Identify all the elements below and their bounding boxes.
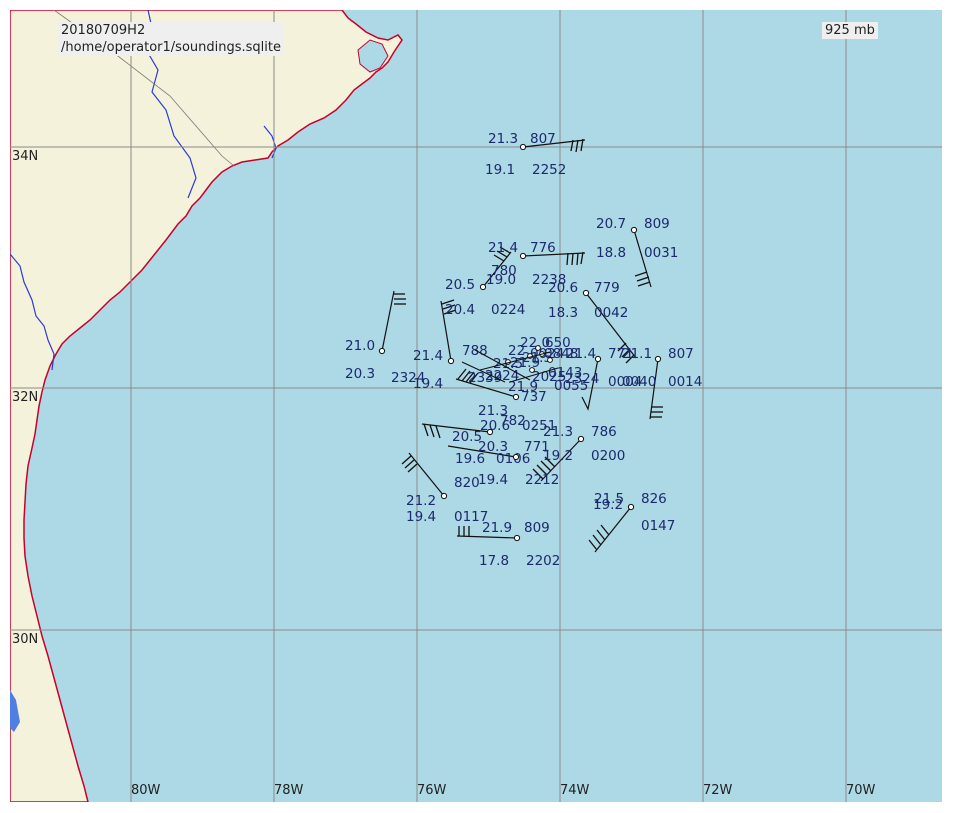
station-marker [378,347,386,355]
lon-label-80w: 80W [131,783,161,798]
info-box: 20180709H2 /home/operator1/soundings.sql… [58,22,284,56]
station-temperature: 20.6 [548,280,578,296]
cluster-label: 2324 [565,371,599,387]
lat-label-34n: 34N [12,149,39,164]
lon-label-76w: 76W [417,783,447,798]
station-dewpoint: 18.3 [548,305,578,321]
station-marker [479,283,487,291]
station-dewpoint: 18.8 [596,245,626,261]
station-marker [630,226,638,234]
station-dewpoint: 19.4 [406,509,436,525]
station-obs-time: 0042 [594,305,628,321]
level-box: 925 mb [822,22,878,39]
station-geopotential-height: 782 [500,413,526,429]
station-dewpoint: 20.3 [345,366,375,382]
station-marker [582,289,590,297]
map-canvas[interactable]: 21.3 807 19.1 2252 20.7 809 18.8 0031 21.4 776 19.… [10,10,942,802]
station-geopotential-height: 809 [524,520,550,536]
station-geopotential-height: 776 [530,240,556,256]
station-marker [547,357,553,363]
station-geopotential-height: 809 [644,216,670,232]
station-temperature: 21.4 [488,240,518,256]
station-obs-time: 2202 [526,553,560,569]
station-dewpoint: 19.2 [593,497,623,513]
station-marker [654,355,662,363]
station-obs-time: 0147 [641,518,675,534]
station-temperature: 21.9 [482,520,512,536]
lon-label-72w: 72W [703,783,733,798]
map-frame: 21.3 807 19.1 2252 20.7 809 18.8 0031 21.4 776 19.… [10,10,942,802]
station-marker [519,143,527,151]
station-obs-time: 0200 [591,448,625,464]
station-temperature: 21.0 [345,338,375,354]
station-marker [519,252,527,260]
station-marker [577,435,585,443]
station-marker [627,503,635,511]
lon-label-78w: 78W [274,783,304,798]
station-geopotential-height: 807 [668,346,694,362]
station-geopotential-height: 779 [594,280,620,296]
station-temperature: 21.3 [543,424,573,440]
station-obs-time: 0004 [608,374,642,390]
station-geopotential-height: 826 [641,491,667,507]
station-marker [512,393,520,401]
station-geopotential-height: 771 [608,346,634,362]
station-temperature: 21.4 [413,348,443,364]
lon-label-70w: 70W [846,783,876,798]
station-geopotential-height: 820 [454,475,480,491]
station-temperature: 21.2 [406,493,436,509]
station-marker [513,534,521,542]
station-marker [594,355,602,363]
station-geopotential-height: 780 [491,263,517,279]
station-marker [512,453,520,461]
station-geopotential-height: 807 [530,131,556,147]
station-marker [529,367,535,373]
date-code: 20180709H2 [61,23,146,38]
station-obs-time: 2324 [391,370,425,386]
station-obs-time: 0031 [644,245,678,261]
station-geopotential-height: 771 [524,439,550,455]
station-dewpoint: 19.4 [478,472,508,488]
station-marker [535,345,541,351]
lat-label-32n: 32N [12,390,39,405]
station-obs-time: 2252 [532,162,566,178]
station-dewpoint: 17.8 [479,553,509,569]
cluster-label: 788 [462,343,488,359]
station-obs-time: 0224 [491,302,525,318]
station-temperature: 21.3 [488,131,518,147]
station-temperature: 20.3 [478,439,508,455]
station-geopotential-height: 786 [591,424,617,440]
station-marker [447,357,455,365]
station-marker [486,428,494,436]
station-dewpoint: 20.4 [445,302,475,318]
lat-label-30n: 30N [12,632,39,647]
lon-label-74w: 74W [560,783,590,798]
station-obs-time: 0014 [668,374,702,390]
station-temperature: 20.5 [445,277,475,293]
station-temperature: 20.7 [596,216,626,232]
station-dewpoint: 19.1 [485,162,515,178]
station-obs-time: 2212 [525,472,559,488]
station-marker [440,492,448,500]
database-path: /home/operator1/soundings.sqlite [61,40,281,55]
